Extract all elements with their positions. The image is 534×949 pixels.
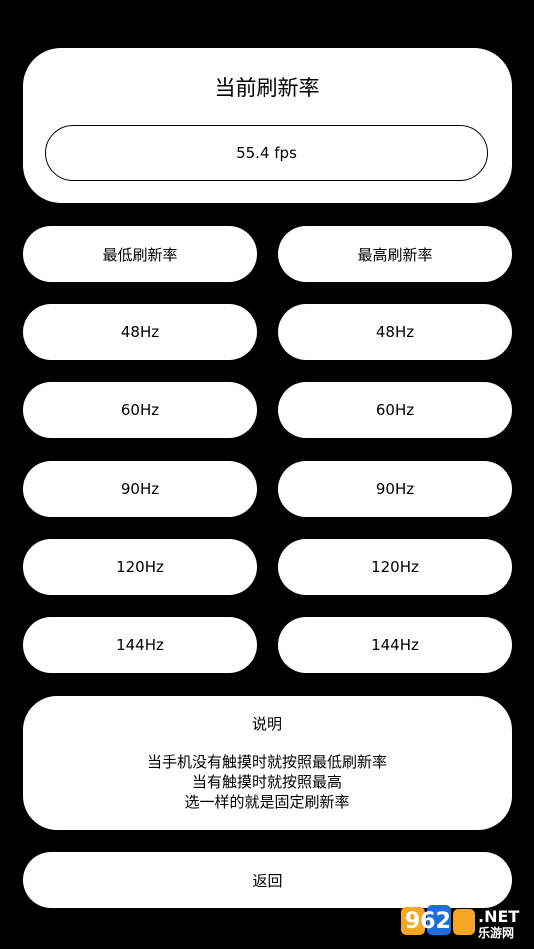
min-rate-header-label: 最低刷新率 — [102, 245, 178, 264]
option-label: 60Hz — [375, 401, 415, 419]
option-label: 90Hz — [120, 480, 160, 498]
min-rate-option-90hz[interactable]: 90Hz — [23, 461, 257, 517]
watermark-logo: 962 .NET 乐游网 — [400, 901, 528, 941]
option-label: 144Hz — [116, 636, 164, 654]
option-label: 60Hz — [120, 401, 160, 419]
min-rate-option-144hz[interactable]: 144Hz — [23, 617, 257, 673]
min-rate-option-60hz[interactable]: 60Hz — [23, 382, 257, 438]
option-label: 120Hz — [116, 558, 164, 576]
max-rate-option-60hz[interactable]: 60Hz — [278, 382, 512, 438]
info-title: 说明 — [251, 715, 282, 733]
max-rate-header-label: 最高刷新率 — [357, 245, 433, 264]
watermark-sub: 乐游网 — [478, 926, 515, 940]
max-rate-option-120hz[interactable]: 120Hz — [278, 539, 512, 595]
watermark-brand: 962 — [405, 909, 451, 934]
max-rate-option-144hz[interactable]: 144Hz — [278, 617, 512, 673]
current-rate-value-box: 55.4 fps — [45, 125, 488, 181]
option-label: 144Hz — [371, 636, 419, 654]
min-rate-option-120hz[interactable]: 120Hz — [23, 539, 257, 595]
info-line: 当手机没有触摸时就按照最低刷新率 — [146, 753, 387, 771]
option-label: 48Hz — [120, 323, 160, 341]
option-label: 90Hz — [375, 480, 415, 498]
min-rate-option-48hz[interactable]: 48Hz — [23, 304, 257, 360]
info-line: 选一样的就是固定刷新率 — [184, 793, 350, 811]
min-rate-header-button[interactable]: 最低刷新率 — [23, 226, 257, 282]
current-rate-value: 55.4 fps — [236, 144, 297, 162]
max-rate-option-48hz[interactable]: 48Hz — [278, 304, 512, 360]
option-label: 120Hz — [371, 558, 419, 576]
max-rate-option-90hz[interactable]: 90Hz — [278, 461, 512, 517]
info-line: 当有触摸时就按照最高 — [191, 773, 342, 791]
back-button-label: 返回 — [252, 871, 283, 890]
current-rate-title: 当前刷新率 — [214, 76, 320, 100]
option-label: 48Hz — [375, 323, 415, 341]
back-button[interactable]: 返回 — [23, 852, 512, 908]
max-rate-header-button[interactable]: 最高刷新率 — [278, 226, 512, 282]
